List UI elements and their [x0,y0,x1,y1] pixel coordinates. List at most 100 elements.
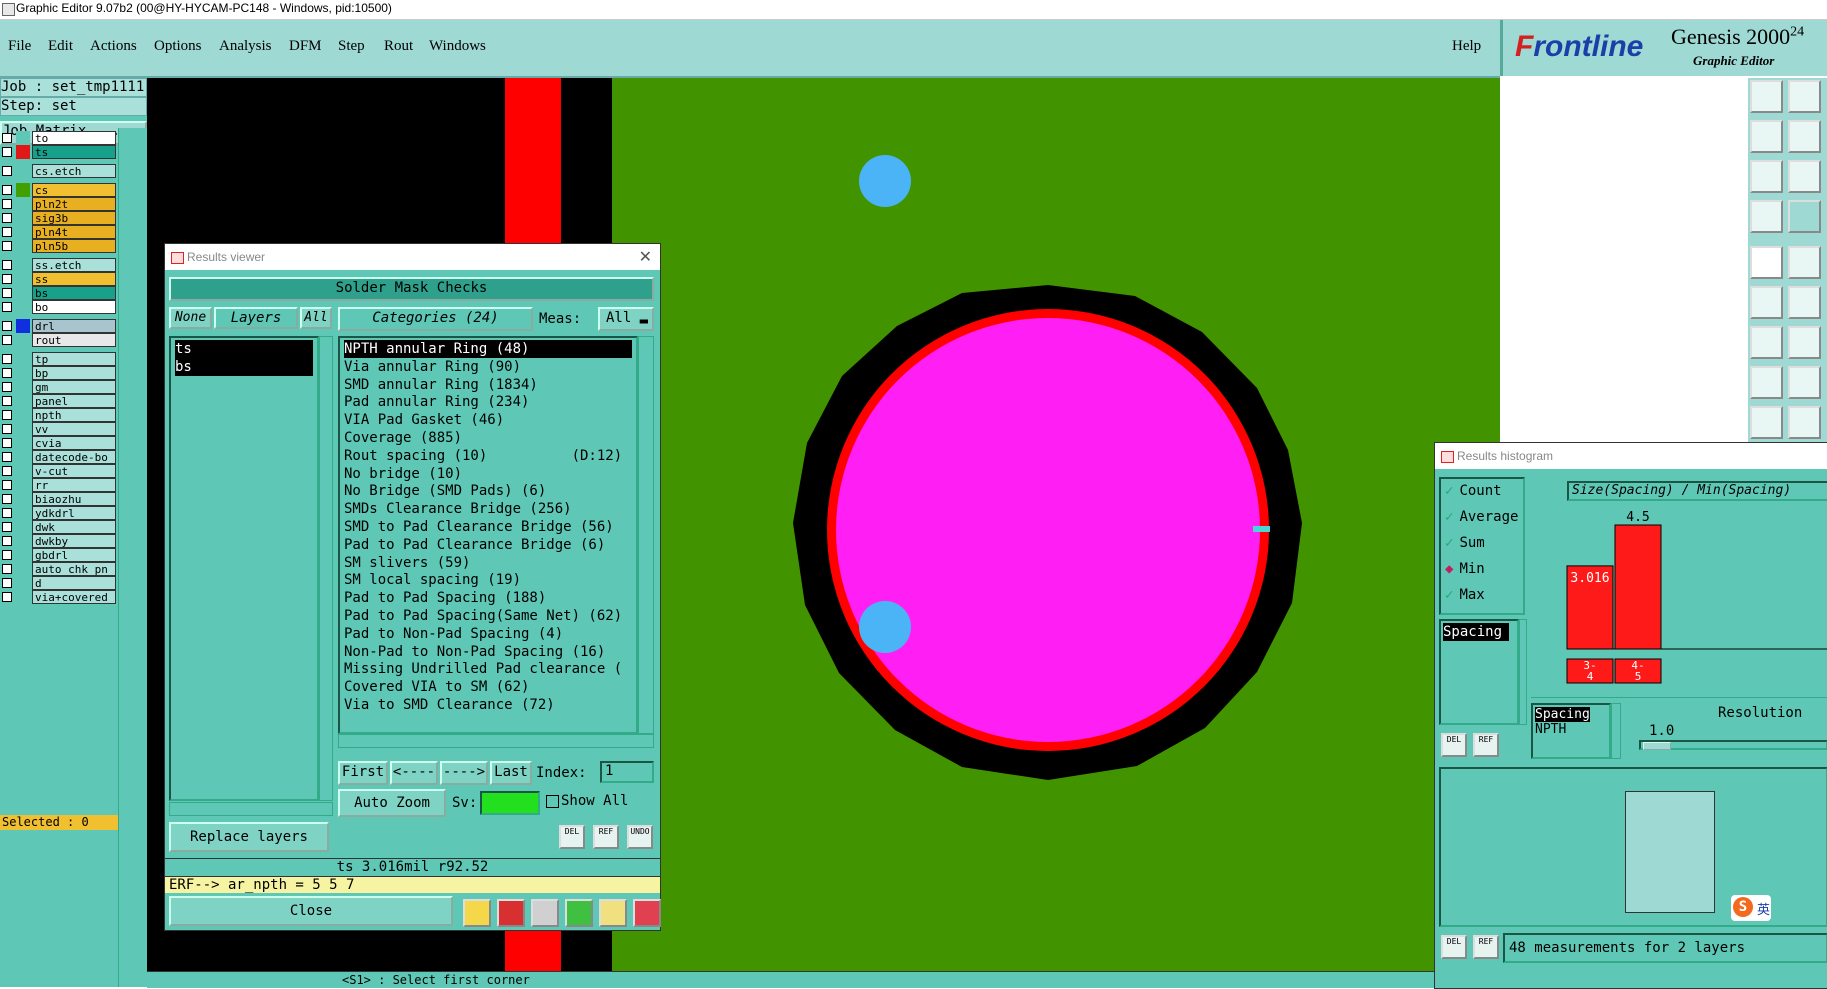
clear-icon[interactable] [531,899,559,927]
layer-color-swatch[interactable] [16,272,30,286]
layer-row[interactable]: bp [0,366,118,380]
category-item[interactable]: No bridge (10) [344,465,632,483]
layer-row[interactable]: cvia [0,436,118,450]
category-item[interactable]: No Bridge (SMD Pads) (6) [344,482,632,500]
del-button[interactable]: DEL [1441,733,1467,757]
layer-checkbox[interactable] [2,592,12,602]
category-item[interactable]: SMDs Clearance Bridge (256) [344,500,632,518]
export-icon[interactable] [463,899,491,927]
category-item[interactable]: Pad to Non-Pad Spacing (4) [344,625,632,643]
ref-button[interactable]: REF [593,825,619,849]
layer-checkbox[interactable] [2,452,12,462]
layer-checkbox[interactable] [2,288,12,298]
category-item[interactable]: Via to SMD Clearance (72) [344,696,632,714]
layer-checkbox[interactable] [2,480,12,490]
fit-screen-icon[interactable] [1750,160,1783,193]
layer-row[interactable]: ts [0,145,118,159]
properties-icon[interactable] [1750,200,1783,233]
cross-icon[interactable] [1788,286,1821,319]
layer-row[interactable]: v-cut [0,464,118,478]
categories-hscrollbar[interactable] [338,734,654,748]
layer-name[interactable]: rout [32,333,116,347]
menu-actions[interactable]: Actions [90,38,137,55]
layer-color-swatch[interactable] [16,548,30,562]
layer-color-swatch[interactable] [16,506,30,520]
ref-button[interactable]: REF [1473,935,1499,959]
layer-name[interactable]: biaozhu [32,492,116,506]
layer-checkbox[interactable] [2,260,12,270]
layer-color-swatch[interactable] [16,258,30,272]
layer-checkbox[interactable] [2,536,12,546]
histogram-icon[interactable] [633,899,661,927]
layer-name[interactable]: dwk [32,520,116,534]
layer-checkbox[interactable] [2,199,12,209]
layer-name[interactable]: datecode-bo [32,450,116,464]
layer-row[interactable]: gbdrl [0,548,118,562]
layer-name[interactable]: bs [32,286,116,300]
layer-checkbox[interactable] [2,550,12,560]
del-button[interactable]: DEL [559,825,585,849]
sv-color-dropdown[interactable] [480,791,540,815]
layer-checkbox[interactable] [2,424,12,434]
layer-name[interactable]: pln2t [32,197,116,211]
line-icon[interactable] [1788,326,1821,359]
layer-checkbox[interactable] [2,227,12,237]
layer-checkbox[interactable] [2,438,12,448]
layer-row[interactable]: datecode-bo [0,450,118,464]
menu-file[interactable]: File [8,38,31,55]
layer-row[interactable]: rr [0,478,118,492]
layer-row[interactable]: cs [0,183,118,197]
notes-icon[interactable] [599,899,627,927]
layer-color-swatch[interactable] [16,436,30,450]
layer-color-swatch[interactable] [16,131,30,145]
zoom-home-icon[interactable] [1750,80,1783,113]
category-item[interactable]: Via annular Ring (90) [344,358,632,376]
layer-color-swatch[interactable] [16,380,30,394]
category-item[interactable]: Pad to Pad Spacing (188) [344,589,632,607]
layer-name[interactable]: gbdrl [32,548,116,562]
menu-options[interactable]: Options [154,38,202,55]
resolution-slider[interactable] [1639,740,1827,750]
auto-zoom-dropdown[interactable]: Auto Zoom [338,789,446,817]
layer-name[interactable]: pln5b [32,239,116,253]
meas-dropdown[interactable]: All ▬ [598,307,654,331]
layer-name[interactable]: ts [32,145,116,159]
layer-row[interactable]: gm [0,380,118,394]
layer-row[interactable]: pln4t [0,225,118,239]
select-icon[interactable] [1788,246,1821,279]
layer-list-scrollbar[interactable] [319,336,333,801]
layer-color-swatch[interactable] [16,352,30,366]
center-icon[interactable] [1788,160,1821,193]
legend-scrollbar[interactable] [1611,703,1621,759]
layer-checkbox[interactable] [2,368,12,378]
menu-dfm[interactable]: DFM [289,38,322,55]
aggregate-option[interactable]: ◆ Min [1445,561,1485,577]
layer-name[interactable]: ydkdrl [32,506,116,520]
menu-rout[interactable]: Rout [384,38,413,55]
layer-row[interactable]: bo [0,300,118,314]
layer-name[interactable]: auto_chk_pn [32,562,116,576]
menu-edit[interactable]: Edit [48,38,73,55]
layer-name[interactable]: gm [32,380,116,394]
layer-checkbox[interactable] [2,354,12,364]
layer-checkbox[interactable] [2,335,12,345]
undo-button[interactable]: UNDO [627,825,653,849]
last-button[interactable]: Last [490,761,532,785]
angle-icon[interactable] [1788,406,1821,439]
layer-name[interactable]: bo [32,300,116,314]
layer-color-swatch[interactable] [16,211,30,225]
layer-row[interactable]: dwkby [0,534,118,548]
category-item[interactable]: VIA Pad Gasket (46) [344,411,632,429]
layer-color-swatch[interactable] [16,534,30,548]
layer-name[interactable]: bp [32,366,116,380]
layer-checkbox[interactable] [2,185,12,195]
show-all-checkbox[interactable] [546,795,559,808]
list-item[interactable]: bs [175,358,313,376]
close-button[interactable]: Close [169,896,453,926]
layer-checkbox[interactable] [2,321,12,331]
category-item[interactable]: Pad to Pad Spacing(Same Net) (62) [344,607,632,625]
layer-color-swatch[interactable] [16,520,30,534]
measure-icon[interactable] [1750,326,1783,359]
category-item[interactable]: SM slivers (59) [344,554,632,572]
category-item[interactable]: Rout spacing (10) (D:12) [344,447,632,465]
